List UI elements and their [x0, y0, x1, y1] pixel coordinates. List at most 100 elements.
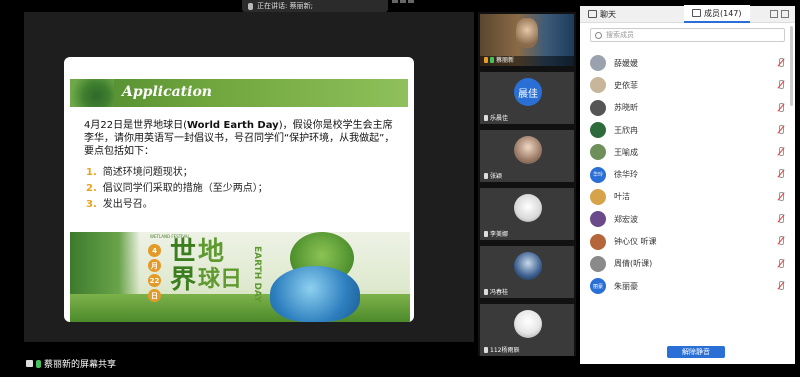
avatar: [590, 211, 606, 228]
bullet-text: 简述环境问题现状；: [102, 167, 193, 178]
scrollbar[interactable]: [790, 26, 793, 106]
avatar: [514, 310, 542, 338]
member-name: 薛媛媛: [614, 58, 638, 68]
slide-bullet-list: 1. 简述环境问题现状； 2. 倡议同学们采取的措施（至少两点）； 3. 发出号…: [86, 165, 386, 213]
prompt-text: 4月22日是世界地球日(: [84, 120, 187, 131]
video-tile[interactable]: 蔡丽新: [480, 14, 574, 66]
avatar: [590, 122, 606, 139]
avatar: 丽豪: [590, 278, 606, 295]
microphone-icon: [36, 359, 41, 368]
avatar: 晨佳: [514, 78, 542, 106]
microphone-icon: [484, 230, 488, 237]
panel-window-controls: [770, 10, 795, 18]
muted-mic-icon[interactable]: [777, 80, 784, 90]
bullet-item: 1. 简述环境问题现状；: [86, 165, 386, 181]
banner-title-char: 世: [170, 237, 197, 267]
muted-mic-icon[interactable]: [777, 169, 784, 179]
video-tile[interactable]: 冯春桂: [480, 246, 574, 298]
avatar: [590, 144, 606, 161]
member-name: 王欣冉: [614, 125, 638, 135]
bullet-number: 1.: [86, 167, 97, 178]
tile-name: 李美娜: [484, 229, 508, 238]
participant-name: 蔡丽新: [496, 57, 515, 64]
banner-title-char: 地: [198, 237, 225, 267]
member-row[interactable]: 钟心仪 听课: [590, 230, 790, 252]
member-row[interactable]: 丽豪 朱丽豪: [590, 275, 790, 297]
participant-name: 张颖: [490, 173, 503, 180]
participant-name: 李美娜: [490, 231, 509, 238]
muted-mic-icon[interactable]: [777, 58, 784, 67]
muted-mic-icon[interactable]: [777, 280, 784, 290]
date-badge: 22: [148, 274, 161, 287]
video-tile[interactable]: 张颖: [480, 130, 574, 182]
tile-name: 张颖: [484, 171, 502, 180]
avatar: 华玲: [590, 166, 606, 183]
member-row[interactable]: 周倩(听课): [590, 253, 790, 275]
avatar: [590, 55, 606, 72]
member-name: 叶洁: [614, 192, 630, 202]
bullet-text: 倡议同学们采取的措施（至少两点）；: [102, 183, 268, 194]
unmute-all-button[interactable]: 解除静音: [667, 346, 725, 358]
microphone-icon: [490, 56, 494, 63]
muted-mic-icon[interactable]: [777, 124, 784, 134]
banner-english-title: EARTH DAY: [252, 246, 262, 303]
microphone-icon: [484, 172, 488, 179]
camera-feed: [516, 18, 538, 48]
member-row[interactable]: 郑宏波: [590, 208, 790, 230]
muted-mic-icon[interactable]: [777, 258, 784, 268]
member-search-input[interactable]: 搜索成员: [590, 28, 785, 42]
bullet-item: 2. 倡议同学们采取的措施（至少两点）；: [86, 181, 386, 197]
video-tile[interactable]: 李美娜: [480, 188, 574, 240]
muted-mic-icon[interactable]: [777, 102, 784, 112]
close-icon[interactable]: [781, 10, 789, 18]
tile-name: 蔡丽新: [484, 55, 514, 64]
muted-mic-icon[interactable]: [777, 147, 784, 157]
microphone-icon: [484, 346, 488, 353]
video-tile[interactable]: 112杨雨辰: [480, 304, 574, 356]
bullet-number: 3.: [86, 199, 97, 210]
member-row[interactable]: 叶洁: [590, 186, 790, 208]
microphone-icon: [248, 2, 253, 10]
banner-title-char: 界: [170, 265, 197, 295]
member-row[interactable]: 史依菲: [590, 74, 790, 96]
muted-mic-icon[interactable]: [777, 236, 784, 246]
member-name: 朱丽豪: [614, 281, 638, 291]
avatar: [590, 188, 606, 205]
member-row[interactable]: 苏晓昕: [590, 97, 790, 119]
bullet-text: 发出号召。: [102, 199, 153, 210]
avatar: [590, 77, 606, 94]
control-dot-icon: [400, 0, 406, 3]
popout-icon[interactable]: [770, 10, 778, 18]
participant-name: 112杨雨辰: [490, 347, 520, 354]
microphone-icon: [484, 114, 488, 121]
member-row[interactable]: 王喻成: [590, 141, 790, 163]
avatar: [514, 194, 542, 222]
tab-label: 成员(147): [704, 8, 742, 18]
prompt-bold: World Earth Day: [187, 120, 279, 131]
control-dot-icon: [408, 0, 414, 3]
tile-name: 乐晨佳: [484, 113, 508, 122]
member-name: 史依菲: [614, 80, 638, 90]
date-badge: 日: [148, 289, 161, 302]
member-name: 王喻成: [614, 147, 638, 157]
presenter-name: 蔡丽新的屏幕共享: [44, 360, 117, 370]
hands-plant-image: [70, 79, 114, 107]
member-name: 郑宏波: [614, 214, 638, 224]
member-row[interactable]: 华玲 徐华玲: [590, 163, 790, 185]
member-name: 钟心仪 听课: [614, 237, 657, 247]
presenter-label: 蔡丽新的屏幕共享: [26, 357, 116, 370]
slide-header: Application: [70, 79, 408, 107]
tab-label: 聊天: [600, 9, 616, 19]
member-row[interactable]: 王欣冉: [590, 119, 790, 141]
tab-chat[interactable]: 聊天: [580, 6, 624, 22]
muted-mic-icon[interactable]: [777, 191, 784, 201]
tab-members[interactable]: 成员(147): [684, 5, 750, 23]
search-placeholder: 搜索成员: [606, 31, 634, 39]
bullet-item: 3. 发出号召。: [86, 197, 386, 213]
member-row[interactable]: 薛媛媛: [590, 52, 790, 74]
screen-share-icon: [26, 360, 33, 367]
avatar: [590, 255, 606, 272]
muted-mic-icon[interactable]: [777, 214, 784, 224]
video-tile[interactable]: 晨佳 乐晨佳: [480, 72, 574, 124]
banner-title-char: 球日: [198, 267, 243, 292]
